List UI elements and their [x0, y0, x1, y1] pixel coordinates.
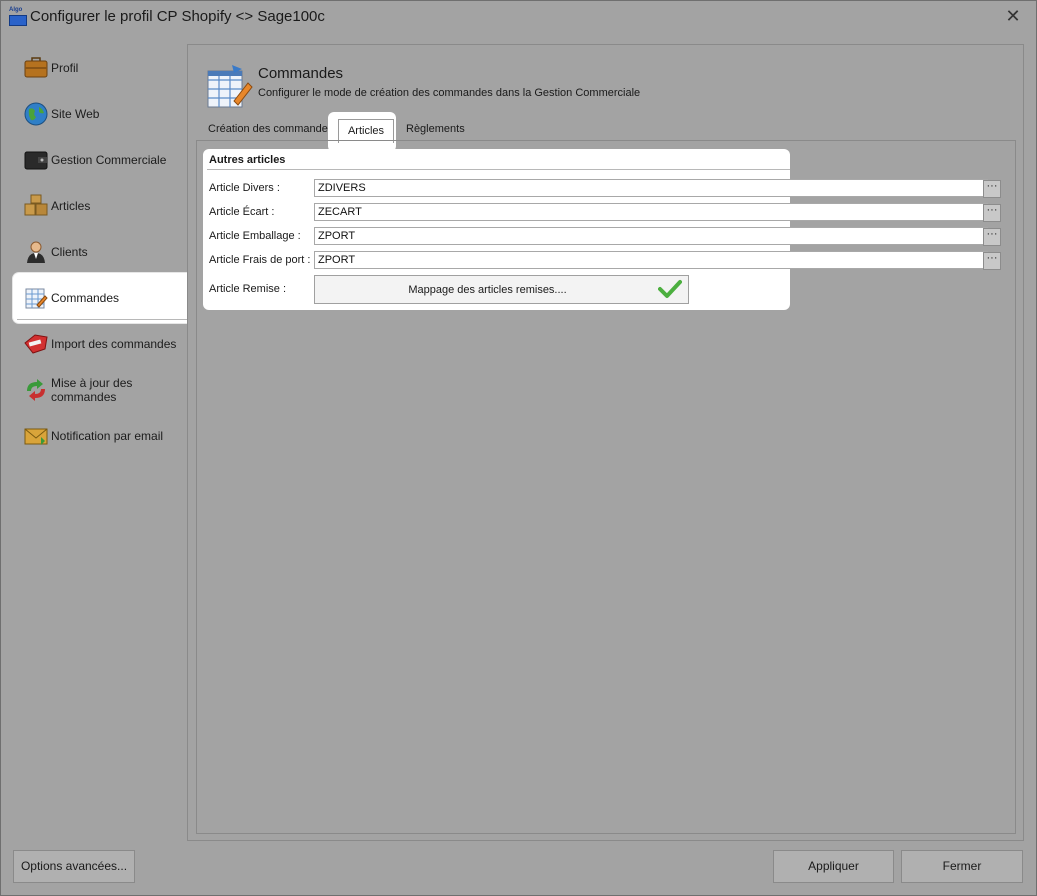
globe-icon — [23, 101, 49, 127]
tab-creation-commandes[interactable]: Création des commandes — [208, 123, 333, 135]
sidebar-item-commandes[interactable]: Commandes — [13, 273, 199, 323]
sidebar-item-clients[interactable]: Clients — [13, 229, 199, 275]
envelope-icon — [23, 423, 49, 449]
sidebar-item-label: Import des commandes — [51, 337, 177, 351]
autres-articles-group: Autres articles Article Divers : ZDIVERS… — [203, 149, 988, 310]
order-sheet-icon — [23, 285, 49, 311]
app-logo-text: Algo — [9, 7, 23, 13]
page-title: Commandes — [258, 65, 344, 82]
article-remise-label: Article Remise : — [209, 283, 287, 295]
sidebar-item-label: Gestion Commerciale — [51, 153, 167, 167]
sidebar-item-label: Notification par email — [51, 429, 164, 443]
sidebar-item-label: Articles — [51, 199, 91, 213]
close-icon[interactable]: ✕ — [1004, 7, 1022, 25]
article-ecart-field[interactable]: ZECART — [314, 203, 988, 221]
close-button[interactable]: Fermer — [901, 850, 1023, 883]
advanced-options-button[interactable]: Options avancées... — [13, 850, 135, 883]
browse-article-frais-port-button[interactable]: ··· — [983, 252, 1001, 270]
sidebar-item-label: Site Web — [51, 107, 100, 121]
apply-button[interactable]: Appliquer — [773, 850, 894, 883]
article-frais-port-label: Article Frais de port : — [209, 254, 311, 266]
group-divider — [207, 169, 790, 170]
sidebar-item-gestion-commerciale[interactable]: Gestion Commerciale — [13, 137, 199, 183]
sidebar-item-label: Mise à jour des commandes — [51, 376, 133, 404]
sidebar-item-articles[interactable]: Articles — [13, 183, 199, 229]
group-title: Autres articles — [209, 154, 286, 166]
wallet-icon — [23, 147, 49, 173]
window-title: Configurer le profil CP Shopify <> Sage1… — [30, 8, 325, 25]
sidebar-item-label: Commandes — [51, 291, 120, 305]
article-emballage-label: Article Emballage : — [209, 230, 301, 242]
page-subtitle: Configurer le mode de création des comma… — [258, 87, 641, 99]
sidebar-item-label: Profil — [51, 61, 79, 75]
briefcase-icon — [23, 55, 49, 81]
article-divers-label: Article Divers : — [209, 182, 280, 194]
title-bar: Algo Configurer le profil CP Shopify <> … — [1, 1, 1036, 33]
boxes-icon — [23, 193, 49, 219]
mappage-remises-button[interactable]: Mappage des articles remises.... — [314, 275, 689, 304]
article-divers-field[interactable]: ZDIVERS — [314, 179, 988, 197]
browse-article-emballage-button[interactable]: ··· — [983, 228, 1001, 246]
sidebar-item-notification-email[interactable]: Notification par email — [13, 413, 199, 459]
sidebar-item-profil[interactable]: Profil — [13, 45, 199, 91]
dialog-window: Algo Configurer le profil CP Shopify <> … — [0, 0, 1037, 896]
mappage-remises-label: Mappage des articles remises.... — [408, 284, 567, 296]
checkmark-icon — [658, 279, 682, 299]
person-icon — [23, 239, 49, 265]
browse-article-ecart-button[interactable]: ··· — [983, 204, 1001, 222]
sidebar-item-label: Clients — [51, 245, 88, 259]
sync-arrows-icon — [23, 377, 49, 403]
sidebar-item-site-web[interactable]: Site Web — [13, 91, 199, 137]
sidebar-item-import-commandes[interactable]: Import des commandes — [13, 321, 199, 367]
sidebar-item-mise-a-jour-commandes[interactable]: Mise à jour des commandes — [13, 367, 199, 413]
tab-reglements[interactable]: Règlements — [406, 123, 465, 135]
sidebar-nav: Profil Site Web Gestion Commerciale Arti… — [13, 45, 199, 459]
sale-tag-icon — [23, 331, 49, 357]
order-sheet-icon — [204, 61, 254, 111]
app-logo-icon: Algo — [9, 7, 27, 26]
article-ecart-label: Article Écart : — [209, 206, 275, 218]
article-emballage-field[interactable]: ZPORT — [314, 227, 988, 245]
browse-article-divers-button[interactable]: ··· — [983, 180, 1001, 198]
article-frais-port-field[interactable]: ZPORT — [314, 251, 988, 269]
